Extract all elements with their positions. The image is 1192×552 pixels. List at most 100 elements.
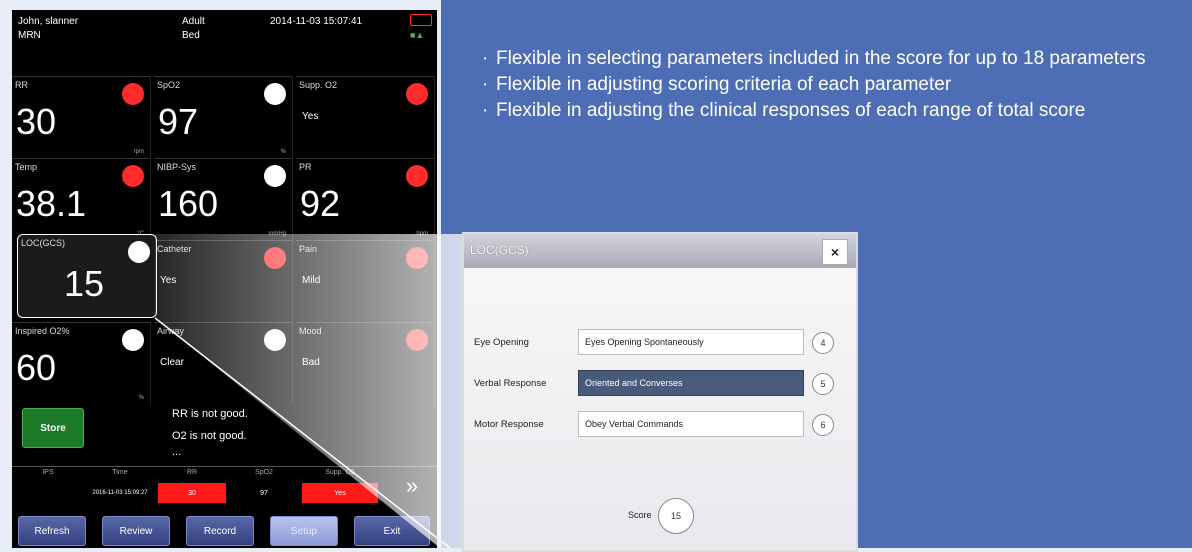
tile-text: Yes bbox=[160, 275, 177, 286]
verbal-response-select[interactable]: Oriented and Converses bbox=[578, 370, 804, 396]
trend-column: IPS bbox=[12, 467, 84, 507]
tile-nibp-sys[interactable]: NIBP-Sys 160 mmHg bbox=[154, 158, 293, 241]
tile-spo2[interactable]: SpO2 97 % bbox=[154, 76, 293, 159]
refresh-button[interactable]: Refresh bbox=[18, 516, 86, 546]
indicator-icon bbox=[122, 329, 144, 351]
dialog-title: LOC(GCS) bbox=[470, 243, 529, 257]
tile-label: Pain bbox=[299, 244, 318, 254]
eye-opening-score: 4 bbox=[812, 332, 834, 354]
tile-label: Catheter bbox=[157, 244, 192, 254]
patient-name: John, slanner bbox=[18, 16, 79, 27]
patient-type: Adult bbox=[182, 16, 205, 27]
feature-bullet-list: Flexible in selecting parameters include… bbox=[482, 46, 1162, 124]
motor-response-select[interactable]: Obey Verbal Commands bbox=[578, 411, 804, 437]
tile-rr[interactable]: RR 30 rpm bbox=[12, 76, 151, 159]
message-line: O2 is not good. bbox=[172, 430, 247, 442]
tile-inspired-o2[interactable]: Inspired O2% 60 % bbox=[12, 322, 151, 405]
tile-label: LOC(GCS) bbox=[21, 238, 66, 248]
alarm-indicator-icon bbox=[264, 247, 286, 269]
indicator-icon bbox=[128, 241, 150, 263]
tile-label: NIBP-Sys bbox=[157, 162, 197, 172]
tile-unit: bpm bbox=[416, 231, 428, 237]
tile-value: 38.1 bbox=[16, 183, 87, 224]
tile-text: Clear bbox=[160, 357, 184, 368]
verbal-response-score: 5 bbox=[812, 373, 834, 395]
trend-header: SpO2 bbox=[255, 469, 273, 476]
alarm-indicator-icon bbox=[406, 247, 428, 269]
message-line: RR is not good. bbox=[172, 408, 248, 420]
indicator-icon bbox=[264, 83, 286, 105]
tile-label: Supp. O2 bbox=[299, 80, 338, 90]
tile-label: PR bbox=[299, 162, 312, 172]
monitor-header: John, slanner MRN Adult Bed 2014-11-03 1… bbox=[12, 10, 437, 76]
review-button[interactable]: Review bbox=[102, 516, 170, 546]
alarm-indicator-icon bbox=[122, 165, 144, 187]
trend-value: 30 bbox=[158, 483, 226, 503]
tile-label: Inspired O2% bbox=[15, 326, 70, 336]
tile-label: Airway bbox=[157, 326, 185, 336]
tile-label: SpO2 bbox=[157, 80, 181, 90]
feature-bullet: Flexible in adjusting the clinical respo… bbox=[482, 98, 1162, 124]
tile-supp-o2[interactable]: Supp. O2 Yes bbox=[296, 76, 435, 159]
trend-header: IPS bbox=[42, 469, 54, 476]
record-button[interactable]: Record bbox=[186, 516, 254, 546]
tile-value: 97 bbox=[158, 101, 199, 142]
store-button[interactable]: Store bbox=[22, 408, 84, 448]
tile-label: Temp bbox=[15, 162, 38, 172]
tile-value: 92 bbox=[300, 183, 341, 224]
tile-airway[interactable]: Airway Clear bbox=[154, 322, 293, 405]
motor-response-score: 6 bbox=[812, 414, 834, 436]
tile-catheter[interactable]: Catheter Yes bbox=[154, 240, 293, 323]
dialog-title-bar: LOC(GCS) × bbox=[464, 234, 856, 268]
alarm-indicator-icon bbox=[406, 329, 428, 351]
eye-opening-label: Eye Opening bbox=[474, 337, 529, 348]
trend-header: RR bbox=[186, 469, 198, 476]
tile-mood[interactable]: Mood Bad bbox=[296, 322, 435, 405]
close-icon[interactable]: × bbox=[822, 239, 848, 265]
tile-unit: % bbox=[280, 149, 286, 155]
indicator-icon bbox=[264, 165, 286, 187]
battery-icon bbox=[410, 14, 432, 26]
indicator-icon bbox=[264, 329, 286, 351]
feature-bullet: Flexible in selecting parameters include… bbox=[482, 46, 1162, 72]
tile-unit: % bbox=[138, 395, 144, 401]
alarm-indicator-icon bbox=[406, 165, 428, 187]
trend-value: Yes bbox=[302, 483, 378, 503]
patient-monitor-screen: John, slanner MRN Adult Bed 2014-11-03 1… bbox=[12, 10, 437, 548]
tile-pr[interactable]: PR 92 bpm bbox=[296, 158, 435, 241]
tile-value: 60 bbox=[16, 347, 57, 388]
exit-button[interactable]: Exit bbox=[354, 516, 430, 546]
alarm-indicator-icon bbox=[122, 83, 144, 105]
bed-label: Bed bbox=[182, 30, 200, 41]
tile-value: 15 bbox=[63, 263, 104, 304]
tile-value: 160 bbox=[158, 183, 219, 224]
trend-column: Supp. O2 Yes bbox=[300, 467, 380, 507]
status-icons: ■▲ bbox=[410, 30, 425, 40]
tile-unit: mmHg bbox=[268, 231, 286, 237]
loc-gcs-dialog: LOC(GCS) × Eye Opening Eyes Opening Spon… bbox=[462, 232, 858, 552]
verbal-response-label: Verbal Response bbox=[474, 378, 547, 389]
eye-opening-select[interactable]: Eyes Opening Spontaneously bbox=[578, 329, 804, 355]
total-score-label: Score bbox=[628, 510, 652, 520]
datetime: 2014-11-03 15:07:41 bbox=[270, 16, 363, 27]
tile-loc-gcs[interactable]: LOC(GCS) 15 bbox=[17, 234, 157, 318]
tile-label: Mood bbox=[299, 326, 322, 336]
feature-bullet: Flexible in adjusting scoring criteria o… bbox=[482, 72, 1162, 98]
next-page-icon[interactable]: » bbox=[394, 470, 430, 502]
trend-table: IPS Time 2016-11-03 15:09:27 RR 30 SpO2 … bbox=[12, 466, 437, 507]
tile-value: 30 bbox=[16, 101, 57, 142]
tile-temp[interactable]: Temp 38.1 °C bbox=[12, 158, 151, 241]
total-score-value: 15 bbox=[658, 498, 694, 534]
setup-button[interactable]: Setup bbox=[270, 516, 338, 546]
bottom-button-bar: Refresh Review Record Setup Exit bbox=[12, 512, 437, 548]
tile-label: RR bbox=[15, 80, 28, 90]
tile-unit: rpm bbox=[133, 149, 144, 155]
trend-column: SpO2 97 bbox=[228, 467, 300, 507]
tile-text: Mild bbox=[302, 275, 321, 286]
tile-text: Yes bbox=[302, 111, 319, 122]
trend-header: Time bbox=[112, 469, 128, 476]
trend-column: Time 2016-11-03 15:09:27 bbox=[84, 467, 156, 507]
tile-pain[interactable]: Pain Mild bbox=[296, 240, 435, 323]
mrn-label: MRN bbox=[18, 30, 41, 41]
alarm-indicator-icon bbox=[406, 83, 428, 105]
